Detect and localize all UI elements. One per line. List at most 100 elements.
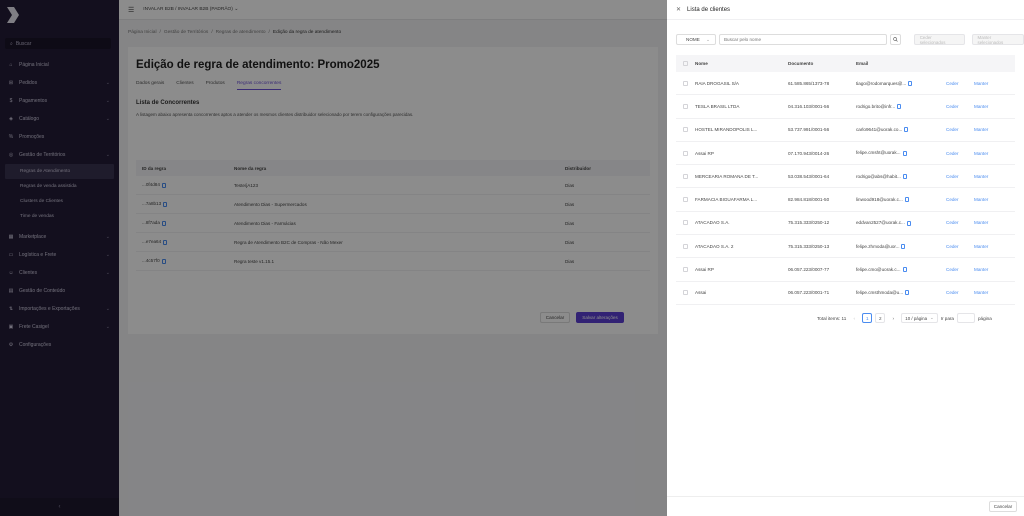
goto-page-input[interactable] — [956, 313, 975, 323]
copy-icon[interactable] — [901, 243, 906, 249]
ceder-link[interactable]: Ceder — [946, 127, 974, 132]
client-name: ATACADAO S.A. — [695, 220, 730, 226]
row-checkbox[interactable] — [676, 220, 695, 226]
manter-selected-button[interactable]: Manter selecionados — [971, 34, 1024, 45]
copy-icon[interactable] — [897, 104, 902, 110]
client-document: 06.057.223/0007-77 — [788, 267, 830, 273]
copy-icon[interactable] — [902, 150, 907, 156]
row-checkbox[interactable] — [676, 267, 695, 273]
page-size-value: 10 / página — [905, 315, 928, 321]
prev-page-button[interactable]: ‹ — [849, 313, 859, 323]
table-row: FARMACIA BIGUAFARMA L... 82.984.818/0001… — [676, 188, 1015, 212]
column-header-email: Email — [856, 61, 869, 66]
client-name: Assai — [695, 290, 707, 296]
manter-link[interactable]: Manter — [974, 81, 1014, 86]
page-1-button[interactable]: 1 — [862, 313, 873, 323]
ceder-link[interactable]: Ceder — [946, 267, 974, 272]
manter-link[interactable]: Manter — [974, 244, 1014, 249]
client-email: felipe.cmsht@uorak... — [856, 150, 901, 156]
manter-link[interactable]: Manter — [974, 151, 1014, 156]
table-row: MERCEARIA ROMANA DE T... 53.038.543/0001… — [676, 165, 1015, 189]
table-row: ATACADAO S.A. 2 75.315.333/0250-13 felip… — [676, 235, 1015, 259]
next-page-button[interactable]: › — [888, 313, 898, 323]
client-email-cell: rodrigo@abs@habit... — [856, 174, 946, 179]
manter-link[interactable]: Manter — [974, 127, 1014, 132]
client-email-cell: felipe.zhmoda@uor... — [856, 244, 946, 249]
page-size-select[interactable]: 10 / página ⌄ — [901, 313, 938, 323]
copy-icon[interactable] — [904, 197, 909, 203]
copy-icon[interactable] — [904, 127, 909, 133]
drawer-title: Lista de clientes — [687, 6, 731, 13]
ceder-link[interactable]: Ceder — [946, 290, 974, 295]
row-checkbox[interactable] — [676, 173, 695, 179]
search-button[interactable] — [889, 34, 901, 45]
client-name: RAIA DROGASIL S/A — [695, 80, 739, 86]
row-checkbox[interactable] — [676, 290, 695, 296]
manter-link[interactable]: Manter — [974, 197, 1014, 202]
manter-link[interactable]: Manter — [974, 267, 1014, 272]
client-document: 82.984.818/0001-50 — [788, 197, 830, 203]
client-email-cell: tiago@rodomarques@... — [856, 81, 946, 86]
manter-link[interactable]: Manter — [974, 174, 1014, 179]
row-checkbox[interactable] — [676, 150, 695, 156]
client-email-cell: rodrigo.brito@infr... — [856, 104, 946, 110]
client-document: 07.170.943/0014-26 — [788, 150, 830, 156]
row-checkbox[interactable] — [676, 80, 695, 86]
drawer-cancel-button[interactable]: Cancelar — [989, 501, 1017, 512]
client-name: HOSTEL MIRANDOPOLIS L... — [695, 127, 758, 133]
ceder-selected-button[interactable]: Ceder selecionados — [913, 34, 965, 45]
table-row: RAIA DROGASIL S/A 61.585.865/1373-78 tia… — [676, 72, 1015, 96]
client-email-cell: felipe.cmsthmoda@u... — [856, 290, 946, 296]
copy-icon[interactable] — [905, 290, 910, 296]
manter-link[interactable]: Manter — [974, 220, 1014, 225]
drawer-footer: Cancelar — [667, 496, 1024, 516]
ceder-link[interactable]: Ceder — [946, 151, 974, 156]
manter-link[interactable]: Manter — [974, 104, 1014, 109]
client-email: felipe.cmsthmoda@u... — [856, 290, 904, 296]
client-search-input[interactable] — [718, 34, 887, 45]
row-checkbox[interactable] — [676, 197, 695, 203]
chevron-down-icon: ⌄ — [706, 36, 710, 42]
client-name: Assai RP — [695, 150, 714, 156]
search-icon — [892, 37, 898, 42]
ceder-link[interactable]: Ceder — [946, 104, 974, 109]
ceder-link[interactable]: Ceder — [946, 174, 974, 179]
copy-icon[interactable] — [908, 80, 913, 86]
row-checkbox[interactable] — [676, 127, 695, 133]
select-all-checkbox[interactable] — [676, 61, 695, 66]
client-name: Assai RP — [695, 267, 714, 273]
client-name: ATACADAO S.A. 2 — [695, 243, 734, 249]
clients-table: Nome Documento Email RAIA DROGASIL S/A 6… — [676, 55, 1015, 305]
table-header: Nome Documento Email — [676, 55, 1015, 72]
copy-icon[interactable] — [902, 173, 907, 179]
close-icon[interactable]: ✕ — [676, 6, 681, 13]
ceder-link[interactable]: Ceder — [946, 197, 974, 202]
client-email: rodrigo@abs@habit... — [856, 173, 901, 179]
ceder-link[interactable]: Ceder — [946, 244, 974, 249]
manter-link[interactable]: Manter — [974, 290, 1014, 295]
page-2-button[interactable]: 2 — [875, 313, 886, 323]
copy-icon[interactable] — [902, 267, 907, 273]
client-email: linwood918@uorak.c... — [856, 196, 903, 202]
client-name: FARMACIA BIGUAFARMA L... — [695, 197, 758, 203]
client-document: 53.737.991/0001-56 — [788, 127, 830, 133]
row-checkbox[interactable] — [676, 243, 695, 249]
clients-drawer: ✕ Lista de clientes NOME ⌄ Ceder selecio… — [667, 0, 1024, 516]
client-email: tiago@rodomarques@... — [856, 80, 907, 86]
table-row: ATACADAO S.A. 75.315.333/0250-12 eddvan2… — [676, 212, 1015, 236]
client-email-cell: linwood918@uorak.c... — [856, 196, 946, 203]
client-name: MERCEARIA ROMANA DE T... — [695, 173, 759, 179]
client-document: 61.585.865/1373-78 — [788, 80, 830, 86]
filter-field-value: NOME — [686, 37, 700, 42]
client-document: 75.315.333/0250-13 — [788, 243, 830, 249]
ceder-link[interactable]: Ceder — [946, 220, 974, 225]
modal-overlay[interactable] — [0, 0, 667, 516]
client-email-cell: felipe.cmsht@uorak... — [856, 150, 946, 156]
ceder-link[interactable]: Ceder — [946, 81, 974, 86]
copy-icon[interactable] — [906, 220, 911, 226]
table-row: TESLA BRASIL LTDA 04.316.103/0001-56 rod… — [676, 95, 1015, 119]
row-checkbox[interactable] — [676, 103, 695, 109]
goto-label: Ir para — [940, 315, 954, 321]
client-email: eddvan2527@uorak.c... — [856, 220, 905, 226]
filter-field-select[interactable]: NOME ⌄ — [676, 34, 716, 45]
